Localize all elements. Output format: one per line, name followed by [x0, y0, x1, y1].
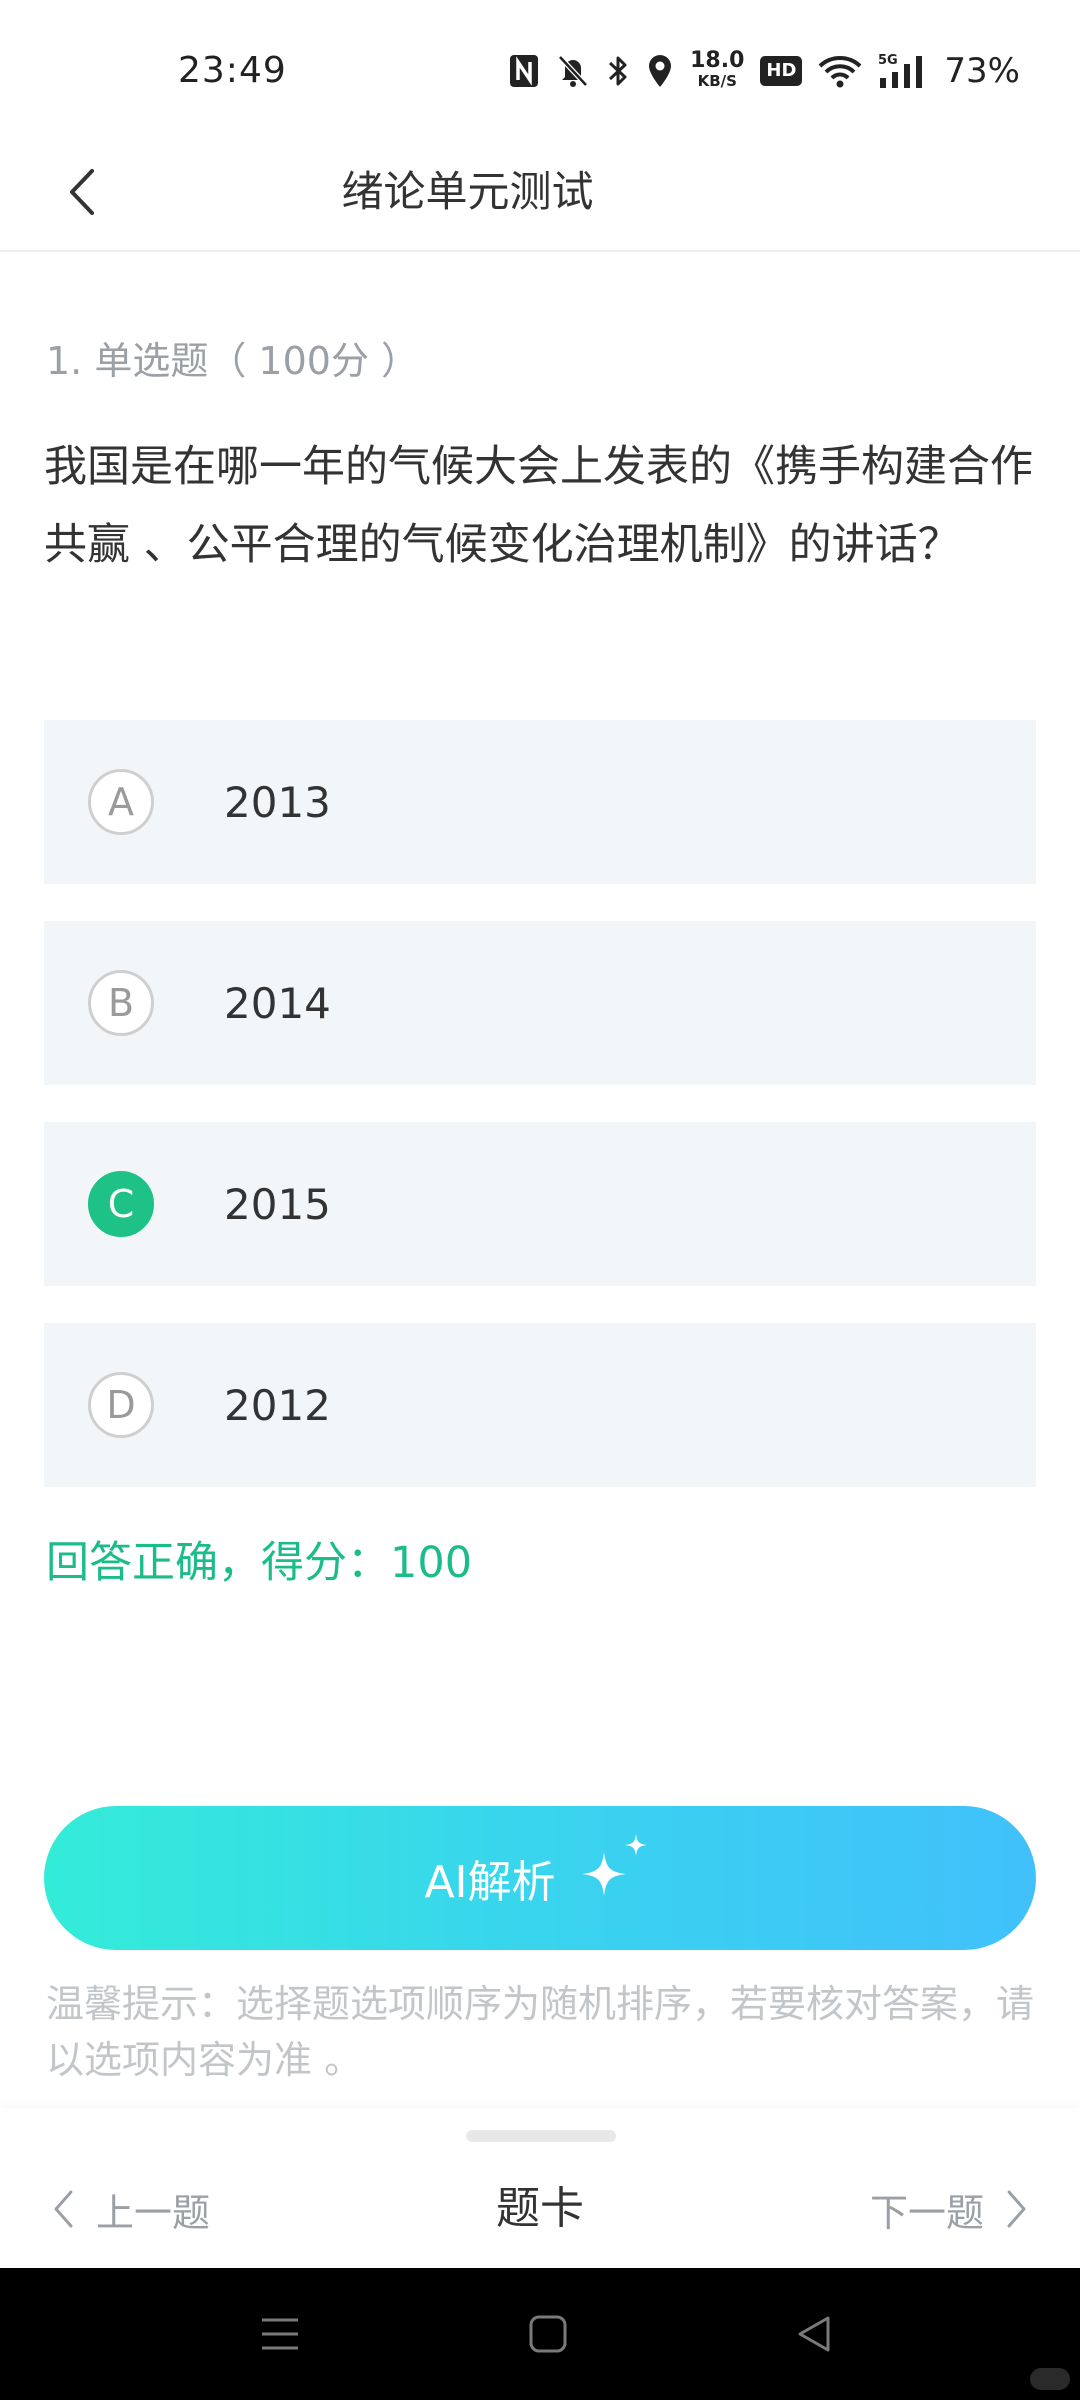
speed-unit: KB/S	[697, 72, 737, 90]
chevron-right-icon	[1007, 2190, 1026, 2228]
home-nav-button[interactable]	[518, 2306, 578, 2362]
bell-off-icon	[556, 53, 590, 89]
status-time: 23:49	[178, 50, 287, 91]
location-icon	[646, 53, 674, 89]
bottom-nav: 上一题 题卡 下一题	[0, 2108, 1080, 2268]
option-letter: D	[88, 1372, 154, 1438]
watermark-badge	[1030, 2368, 1070, 2390]
option-letter-selected: C	[88, 1171, 154, 1237]
hd-icon: HD	[760, 56, 803, 86]
question-text: 我国是在哪一年的气候大会上发表的《携手构建合作共赢 、公平合理的气候变化治理机制…	[44, 442, 1033, 570]
status-bar: 23:49 18.0 KB/S HD 5G 73%	[0, 0, 1080, 140]
option-c[interactable]: C 2015	[44, 1122, 1036, 1286]
menu-nav-button[interactable]	[250, 2306, 310, 2362]
option-b[interactable]: B 2014	[44, 921, 1036, 1085]
system-nav-bar	[0, 2268, 1080, 2400]
network-speed: 18.0 KB/S	[690, 48, 745, 91]
option-text: 2014	[224, 978, 331, 1028]
status-icons: 18.0 KB/S HD 5G 73%	[508, 46, 1020, 96]
nfc-icon	[508, 53, 540, 89]
triangle-back-icon	[798, 2316, 830, 2352]
ai-analysis-label: AI解析	[424, 1857, 556, 1908]
signal-5g-icon: 5G	[878, 52, 928, 90]
next-question-button[interactable]: 下一题	[870, 2174, 1028, 2244]
menu-icon	[262, 2318, 298, 2350]
option-d[interactable]: D 2012	[44, 1323, 1036, 1487]
option-letter: A	[88, 769, 154, 835]
network-type-label: 5G	[878, 53, 898, 68]
ai-analysis-button[interactable]: AI解析	[44, 1806, 1036, 1950]
answer-result: 回答正确，得分：100	[46, 1538, 473, 1588]
home-square-icon	[529, 2315, 567, 2353]
back-nav-button[interactable]	[784, 2306, 844, 2362]
tip-text: 温馨提示：选择题选项顺序为随机排序，若要核对答案，请以选项内容为准 。	[46, 1982, 1035, 2082]
option-text: 2015	[224, 1179, 331, 1229]
app-header: 绪论单元测试	[0, 140, 1080, 252]
option-text: 2012	[224, 1380, 331, 1430]
wifi-icon	[818, 54, 862, 88]
option-letter: B	[88, 970, 154, 1036]
page-title: 绪论单元测试	[341, 167, 594, 216]
battery-level: 73%	[944, 51, 1020, 91]
drag-handle[interactable]	[466, 2130, 616, 2142]
question-meta: 1. 单选题（ 100分 ）	[46, 339, 420, 383]
next-question-label: 下一题	[869, 2190, 984, 2235]
option-text: 2013	[224, 777, 331, 827]
speed-value: 18.0	[690, 48, 745, 73]
bluetooth-icon	[606, 53, 630, 89]
option-a[interactable]: A 2013	[44, 720, 1036, 884]
sparkle-icon	[581, 1834, 647, 1896]
